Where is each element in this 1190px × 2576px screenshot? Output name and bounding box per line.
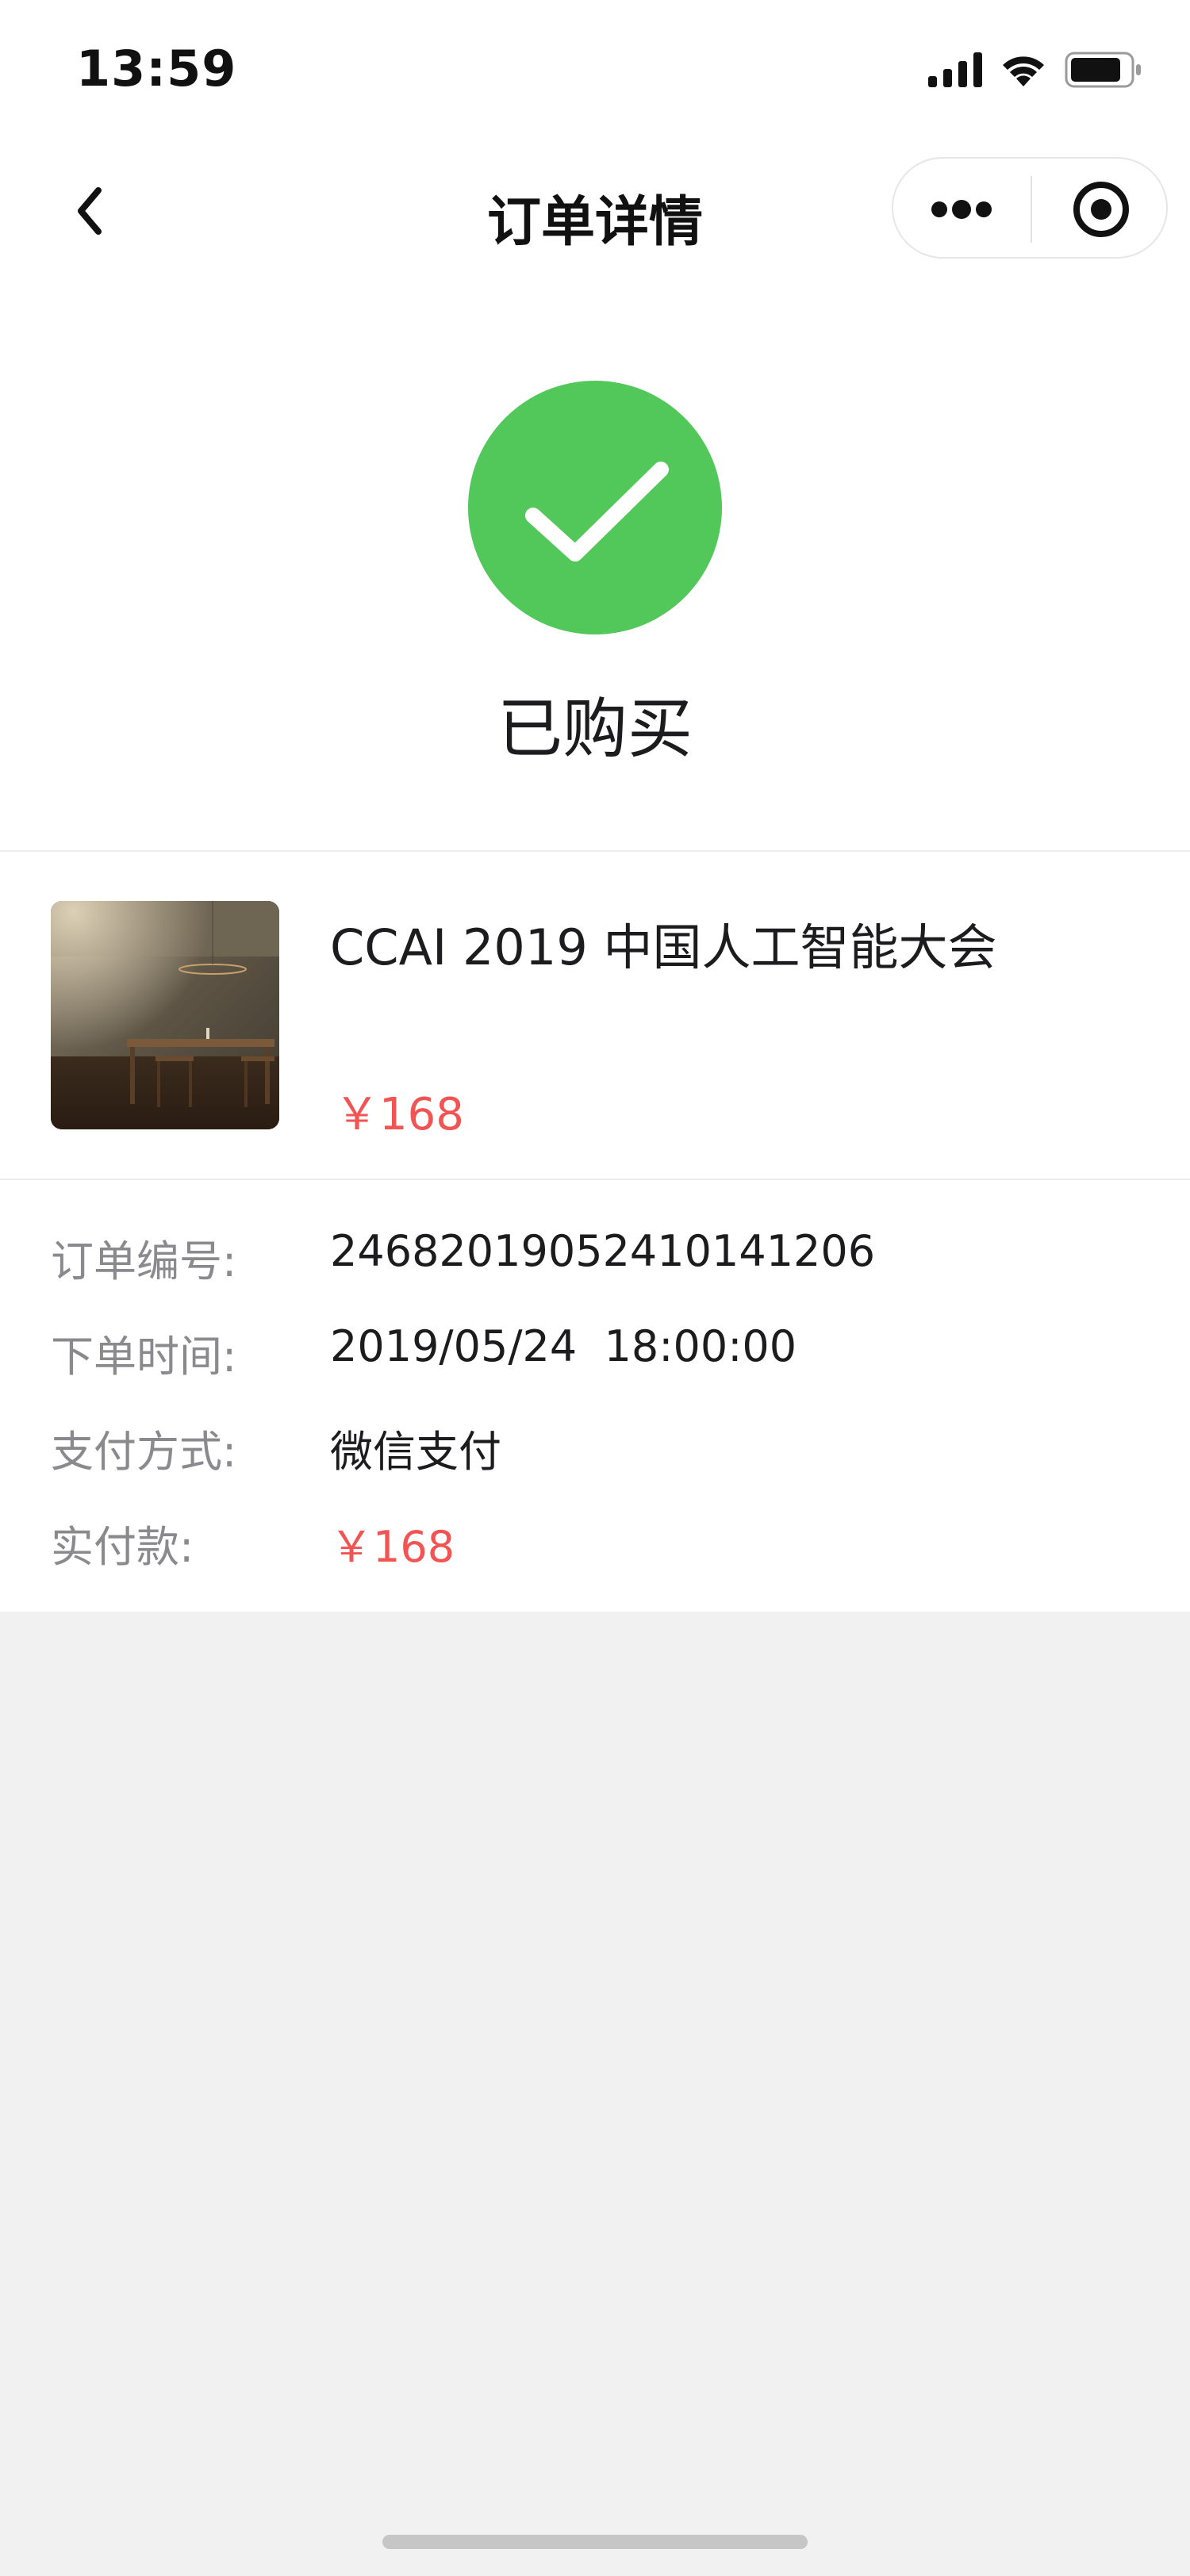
- menu-capsule: [892, 157, 1168, 259]
- product-card[interactable]: CCAI 2019 中国人工智能大会 ￥168: [0, 852, 1190, 1179]
- status-icons: [928, 49, 1142, 90]
- order-time-row: 下单时间: 2019/05/24 18:00:00: [0, 1321, 1190, 1385]
- order-number-value: 24682019052410141206: [330, 1226, 876, 1276]
- order-number-row: 订单编号: 24682019052410141206: [0, 1226, 1190, 1290]
- amount-paid-label: 实付款:: [51, 1522, 194, 1572]
- payment-method-label: 支付方式:: [51, 1427, 237, 1477]
- nav-bar: 订单详情: [0, 140, 1190, 279]
- battery-icon: [1065, 52, 1141, 88]
- payment-method-row: 支付方式: 微信支付: [0, 1416, 1190, 1480]
- capsule-divider: [1031, 176, 1032, 243]
- order-time-value: 2019/05/24 18:00:00: [330, 1321, 797, 1371]
- status-time: 13:59: [76, 40, 237, 98]
- purchase-status-label: 已购买: [497, 692, 693, 767]
- order-info-section: 订单编号: 24682019052410141206 下单时间: 2019/05…: [0, 1180, 1190, 1612]
- check-circle-icon: [468, 381, 722, 634]
- target-close-icon[interactable]: [1071, 179, 1131, 240]
- amount-paid-value: ￥168: [330, 1522, 455, 1572]
- amount-paid-row: 实付款: ￥168: [0, 1512, 1190, 1575]
- product-title: CCAI 2019 中国人工智能大会: [330, 918, 997, 976]
- payment-method-value: 微信支付: [330, 1427, 501, 1477]
- product-price: ￥168: [335, 1089, 464, 1140]
- home-indicator: [382, 2535, 808, 2549]
- wifi-icon: [1003, 56, 1044, 86]
- dim-room-with-table-image: [51, 901, 279, 1129]
- cellular-signal-icon: [928, 52, 982, 87]
- order-time-label: 下单时间:: [51, 1332, 237, 1382]
- purchase-status-section: 已购买: [0, 279, 1190, 850]
- more-dots-icon[interactable]: [930, 190, 993, 228]
- status-bar: 13:59: [0, 0, 1190, 140]
- order-number-label: 订单编号:: [51, 1236, 237, 1286]
